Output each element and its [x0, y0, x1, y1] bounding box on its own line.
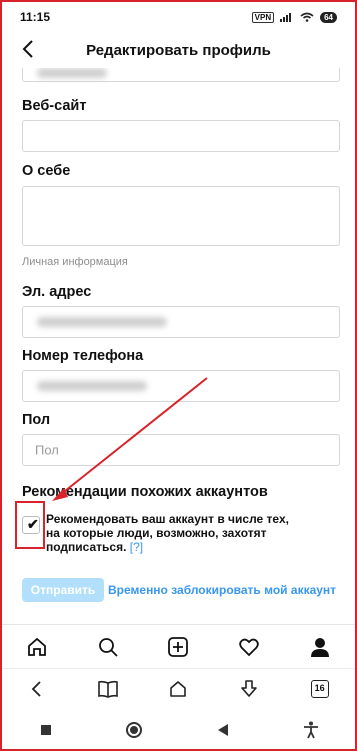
temporarily-disable-link[interactable]: Временно заблокировать мой аккаунт: [108, 583, 336, 597]
gender-label: Пол: [22, 412, 51, 428]
top-header: Редактировать профиль: [2, 32, 355, 68]
gender-placeholder: Пол: [35, 442, 59, 458]
submit-button[interactable]: Отправить: [22, 578, 104, 602]
status-bar: 11:15 VPN 64: [2, 2, 355, 32]
signal-icon: [280, 13, 292, 22]
home-icon[interactable]: [25, 635, 49, 659]
system-nav-bar: [2, 708, 355, 749]
username-field[interactable]: [22, 68, 340, 82]
bio-label: О себе: [22, 163, 71, 179]
email-label: Эл. адрес: [22, 284, 92, 300]
section-private-info: Личная информация: [22, 256, 128, 268]
browser-back-icon[interactable]: [25, 677, 49, 701]
tabs-icon[interactable]: 16: [308, 677, 332, 701]
profile-icon[interactable]: [308, 635, 332, 659]
home-button-icon[interactable]: [122, 718, 146, 742]
website-label: Веб-сайт: [22, 98, 87, 114]
bookmarks-icon[interactable]: [96, 677, 120, 701]
gender-field[interactable]: Пол: [22, 434, 340, 466]
phone-screen: 11:15 VPN 64 Редактировать профиль Веб-с…: [0, 0, 357, 751]
bio-field[interactable]: [22, 186, 340, 246]
battery-icon: 64: [320, 11, 337, 23]
browser-home-icon[interactable]: [166, 677, 190, 701]
new-post-icon[interactable]: [166, 635, 190, 659]
recommend-title: Рекомендации похожих аккаунтов: [22, 484, 268, 500]
annotation-highlight-box: [15, 501, 45, 549]
wifi-icon: [300, 12, 314, 22]
vpn-badge: VPN: [251, 11, 275, 23]
accessibility-icon[interactable]: [299, 718, 323, 742]
page-title: Редактировать профиль: [86, 41, 271, 59]
help-link[interactable]: [?]: [130, 540, 143, 554]
back-triangle-icon[interactable]: [211, 718, 235, 742]
chevron-left-icon[interactable]: [18, 38, 40, 60]
recents-icon[interactable]: [34, 718, 58, 742]
email-field[interactable]: [22, 306, 340, 338]
edit-profile-form: Веб-сайт О себе Личная информация Эл. ад…: [2, 68, 355, 623]
status-time: 11:15: [20, 10, 51, 24]
website-field[interactable]: [22, 120, 340, 152]
search-icon[interactable]: [96, 635, 120, 659]
tabs-count: 16: [310, 679, 329, 698]
recommend-description: Рекомендовать ваш аккаунт в числе тех, н…: [46, 512, 289, 554]
app-tab-bar: [2, 624, 355, 668]
phone-field[interactable]: [22, 370, 340, 402]
phone-label: Номер телефона: [22, 348, 144, 364]
download-icon[interactable]: [237, 677, 261, 701]
browser-toolbar: 16: [2, 668, 355, 708]
heart-icon[interactable]: [237, 635, 261, 659]
